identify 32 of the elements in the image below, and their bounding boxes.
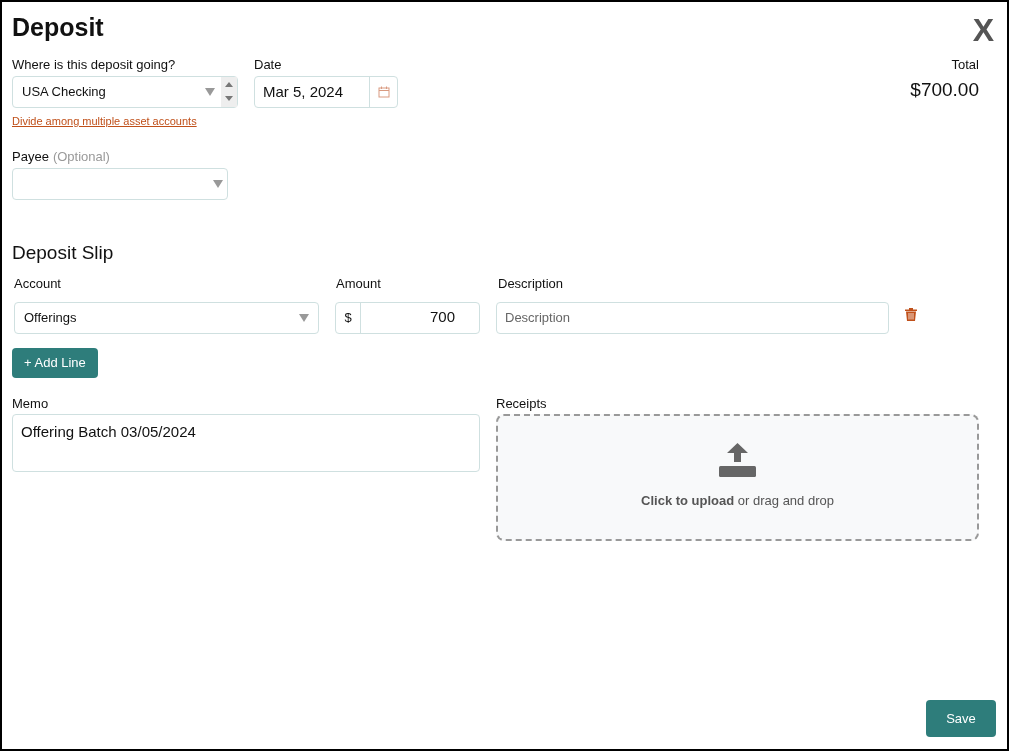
date-field[interactable]: Mar 5, 2024 [254, 76, 398, 108]
upload-icon [719, 443, 756, 478]
amount-field[interactable]: $ 700 [335, 301, 480, 334]
close-button[interactable]: X [972, 14, 994, 46]
caret-icon [213, 179, 223, 188]
add-line-button[interactable]: + Add Line [12, 347, 98, 378]
column-header: Amount [336, 276, 382, 290]
total-label: Total [951, 58, 979, 71]
section-title: Deposit Slip [11, 242, 115, 262]
field-label: Memo [12, 396, 50, 410]
caret-icon [205, 88, 215, 96]
memo-field[interactable]: Offering Batch 03/05/2024 [12, 413, 480, 472]
total-amount: $700.00 [910, 78, 979, 102]
caret-icon [299, 313, 309, 322]
field-label: Date [254, 58, 283, 71]
column-header: Account [14, 276, 62, 290]
description-field[interactable]: Description [496, 301, 889, 334]
upload-dropzone[interactable]: Click to upload or drag and drop [496, 413, 979, 541]
optional-hint: (Optional) [52, 149, 110, 163]
column-header: Description [498, 276, 564, 290]
field-label: Where is this deposit going? [12, 58, 177, 71]
account-select[interactable]: Offerings [14, 301, 319, 334]
account-select[interactable]: USA Checking [12, 76, 238, 108]
divide-link[interactable]: Divide among multiple asset accounts [12, 113, 238, 130]
save-button[interactable]: Save [926, 700, 996, 737]
field-label: Payee [12, 149, 49, 163]
window-title: Deposit [12, 12, 104, 43]
upload-text: Click to upload or drag and drop [641, 492, 834, 511]
trash-icon[interactable] [905, 307, 917, 321]
field-label: Receipts [496, 396, 548, 410]
calendar-icon[interactable] [377, 86, 390, 98]
spinner-icon[interactable] [221, 77, 237, 107]
